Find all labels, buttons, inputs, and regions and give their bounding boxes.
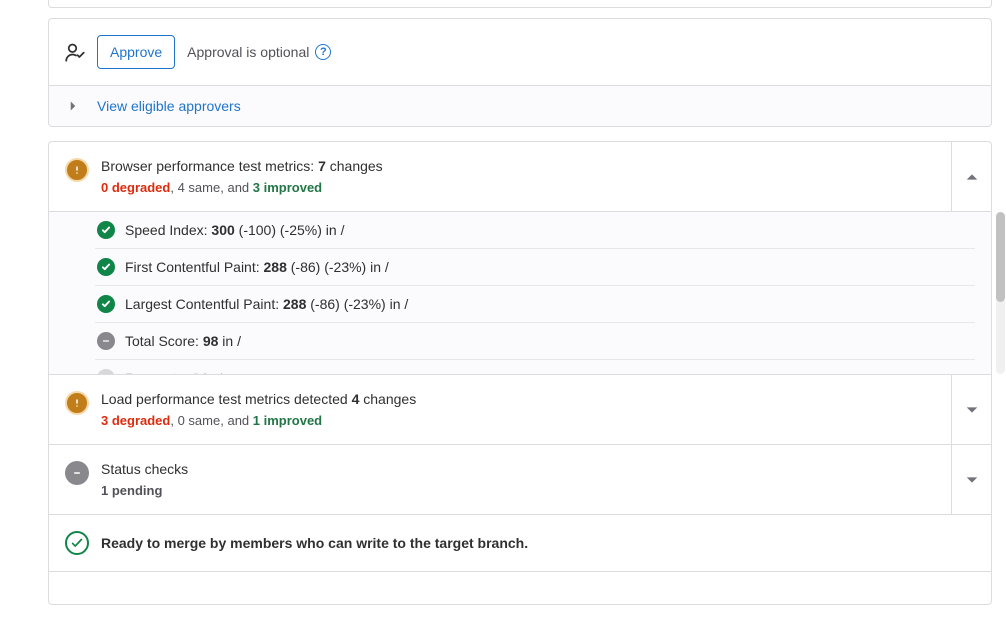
warning-icon [65,391,89,415]
metric-text: Largest Contentful Paint: 288 (-86) (-23… [125,296,408,312]
success-icon [97,258,115,276]
load-perf-title: Load performance test metrics detected 4… [101,391,975,407]
expand-button[interactable] [951,375,991,444]
metric-text: Total Score: 98 in / [125,333,241,349]
load-perf-title-prefix: Load performance test metrics detected [101,391,352,407]
browser-perf-changes-count: 7 [318,158,326,174]
expand-button[interactable] [951,445,991,514]
metric-text: Speed Index: 300 (-100) (-25%) in / [125,222,344,238]
load-perf-header: Load performance test metrics detected 4… [49,375,991,444]
metric-row: Largest Contentful Paint: 288 (-86) (-23… [95,286,975,323]
success-icon [97,295,115,313]
approve-button[interactable]: Approve [97,35,175,69]
load-perf-improved: 1 improved [253,413,322,428]
browser-perf-title: Browser performance test metrics: 7 chan… [101,158,975,174]
browser-perf-header: Browser performance test metrics: 7 chan… [49,142,991,211]
view-eligible-approvers-link[interactable]: View eligible approvers [97,98,241,114]
scrollbar[interactable] [996,212,1005,374]
chevron-right-icon [65,98,81,114]
browser-perf-same: 4 same [178,180,221,195]
metric-text: First Contentful Paint: 288 (-86) (-23%)… [125,259,389,275]
success-icon [97,221,115,239]
approve-bar: Approve Approval is optional ? [49,19,991,85]
load-perf-summary: 3 degraded, 0 same, and 1 improved [101,413,975,428]
user-check-icon [65,42,85,62]
metric-row: Requests: 2 in / [95,360,975,375]
metric-row: First Contentful Paint: 288 (-86) (-23%)… [95,249,975,286]
partial-card-top [48,0,992,8]
approval-optional-label: Approval is optional [187,44,309,60]
load-perf-degraded: 3 degraded [101,413,170,428]
browser-perf-title-prefix: Browser performance test metrics: [101,158,318,174]
status-checks-pending: 1 pending [101,483,975,498]
browser-perf-degraded: 0 degraded [101,180,170,195]
eligible-approvers-row[interactable]: View eligible approvers [49,85,991,126]
status-checks-title: Status checks [101,461,975,477]
approval-card: Approve Approval is optional ? View elig… [48,18,992,127]
check-circle-icon [65,531,89,555]
approval-optional-text: Approval is optional ? [187,44,331,60]
browser-perf-changes-suffix: changes [326,158,383,174]
collapse-button[interactable] [951,142,991,211]
ready-text: Ready to merge by members who can write … [101,535,528,551]
neutral-icon [97,332,115,350]
pending-icon [65,461,89,485]
load-perf-same: 0 same [178,413,221,428]
metric-row: Total Score: 98 in / [95,323,975,360]
warning-icon [65,158,89,182]
browser-perf-summary: 0 degraded, 4 same, and 3 improved [101,180,975,195]
scrollbar-thumb[interactable] [996,212,1005,302]
browser-perf-improved: 3 improved [253,180,322,195]
metric-row: Speed Index: 300 (-100) (-25%) in / [95,212,975,249]
load-perf-changes-suffix: changes [359,391,416,407]
ready-to-merge-row: Ready to merge by members who can write … [49,514,991,571]
browser-perf-metrics: Speed Index: 300 (-100) (-25%) in / First… [49,211,991,375]
status-checks-header: Status checks 1 pending [49,444,991,514]
partial-section [49,571,991,604]
help-icon[interactable]: ? [315,44,331,60]
merge-checks-widget: Browser performance test metrics: 7 chan… [48,141,992,605]
